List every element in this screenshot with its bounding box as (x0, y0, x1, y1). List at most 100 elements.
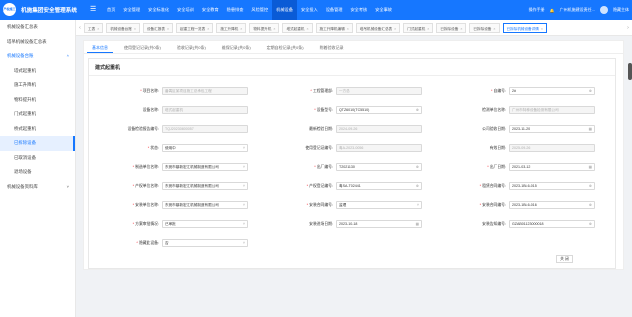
field-input[interactable]: 已审批 ˅ (162, 220, 248, 228)
field-input[interactable]: 2# ⊗ (509, 87, 595, 95)
field-input[interactable]: 监理 ˅ (336, 201, 422, 209)
tab[interactable]: 已拆除设备 × (436, 23, 467, 33)
chevron-icon[interactable]: ˅ (417, 202, 419, 208)
sidebar-item[interactable]: 桥式起重机 (0, 122, 75, 137)
nav-item[interactable]: 隐患排查 (223, 0, 248, 20)
sidebar-item[interactable]: 已拆除设备 (0, 136, 75, 151)
sidebar-item[interactable]: 退场设备 (0, 165, 75, 180)
tab[interactable]: 起重工程一览表 × (176, 23, 214, 33)
close-icon[interactable]: × (427, 27, 429, 31)
field-input[interactable]: 2023-1Bi-6-015 ⊗ (509, 182, 595, 190)
tab-scroll-left-icon[interactable]: ‹ (76, 20, 84, 36)
tab[interactable]: 已拆除设备 × (469, 23, 500, 33)
nav-item[interactable]: 安全标准化 (144, 0, 173, 20)
close-icon[interactable]: × (394, 27, 396, 31)
tab[interactable]: 已拆除机械设备详情 × (502, 23, 547, 33)
tab[interactable]: 塔式起重机 × (282, 23, 313, 33)
field-input[interactable]: 2023-10-18 ▦ (336, 220, 422, 228)
tab[interactable]: 门式起重机 × (403, 23, 434, 33)
chevron-icon[interactable]: ˅ (243, 221, 245, 227)
tab[interactable]: 施工升降机 × (216, 23, 247, 33)
field-input[interactable]: 2021-03-12 ▦ (509, 163, 595, 171)
chevron-icon[interactable]: ˅ (243, 145, 245, 151)
tab-scroll-right-icon[interactable]: › (624, 20, 632, 36)
nav-item[interactable]: 首页 (103, 0, 119, 20)
avatar[interactable] (600, 6, 608, 14)
sidebar-item[interactable]: 塔式起重机 (0, 64, 75, 79)
close-icon[interactable]: × (273, 27, 275, 31)
chevron-icon[interactable]: ˅ (243, 164, 245, 170)
page-scrollbar[interactable] (628, 63, 632, 80)
field-input[interactable]: 2023-11-20 ▦ (509, 125, 595, 133)
bell-icon[interactable]: 🔔 (550, 8, 555, 13)
nav-item[interactable]: 安全教育 (198, 0, 223, 20)
tab[interactable]: 机械设备台账 × (106, 23, 140, 33)
field-input[interactable]: 2023-1Bi-6-016 ⊗ (509, 201, 595, 209)
sidebar-item[interactable]: 施工升降机 (0, 78, 75, 93)
nav-item[interactable]: 风险管控 (247, 0, 272, 20)
chevron-icon[interactable]: ˅ (243, 202, 245, 208)
tab[interactable]: 设备汇报表 × (142, 23, 174, 33)
close-icon[interactable]: × (240, 27, 242, 31)
clear-icon[interactable]: ⊗ (416, 164, 419, 170)
nav-item[interactable]: 安全事故 (371, 0, 396, 20)
close-icon[interactable]: × (460, 27, 462, 31)
field-input[interactable]: QTZ6010(TC5510) ⊗ (336, 106, 422, 114)
nav-item[interactable]: 安全考核 (346, 0, 371, 20)
sidebar-item[interactable]: 机械设备汇总表 (0, 20, 75, 35)
close-icon[interactable]: × (306, 27, 308, 31)
field-input[interactable]: 否 ˅ (162, 239, 248, 247)
tab[interactable]: 物料提升机 × (249, 23, 280, 33)
field-input[interactable]: GZAB01123000018 ⊗ (509, 220, 595, 228)
nav-item[interactable]: 机械设备 (272, 0, 297, 20)
clear-icon[interactable]: ⊗ (589, 221, 592, 227)
clear-icon[interactable]: ⊗ (589, 202, 592, 208)
tab[interactable]: 工表 × (84, 23, 104, 33)
subtab[interactable]: 附着验收记录 (315, 43, 349, 53)
chevron-icon[interactable]: ˅ (243, 183, 245, 189)
subtab[interactable]: 定期自检记录(共0条) (262, 43, 309, 53)
field-input[interactable]: 使用中 ˅ (162, 144, 248, 152)
field-input[interactable]: 东莞市鼎新宏江机械制造有限公司 ˅ (162, 182, 248, 190)
nav-item[interactable]: 安全管理 (119, 0, 144, 20)
menu-icon[interactable]: ☰ (90, 6, 96, 14)
sidebar-item[interactable]: 物料提升机 (0, 93, 75, 108)
field-input[interactable]: 粤SA-T02441 ⊗ (336, 182, 422, 190)
sidebar-item[interactable]: 门式起重机 (0, 107, 75, 122)
nav-item[interactable]: 安全投入 (297, 0, 322, 20)
subtab[interactable]: 验收记录(共0条) (172, 43, 211, 53)
clear-icon[interactable]: ⊗ (589, 88, 592, 94)
close-button[interactable]: 关 闭 (556, 255, 573, 263)
tab[interactable]: 塔吊机械设备汇总表 × (355, 23, 401, 33)
subtab[interactable]: 使用登记记录(共0条) (119, 43, 166, 53)
clear-icon[interactable]: ⊗ (589, 183, 592, 189)
sidebar-item[interactable]: 机械设备资料库 ˅ (0, 180, 75, 195)
clear-icon[interactable]: ⊗ (416, 107, 419, 113)
org-name[interactable]: 广州机施建设责任... (560, 7, 595, 13)
close-icon[interactable]: × (134, 27, 136, 31)
manual-link[interactable]: 操作手册 (529, 7, 545, 13)
tab[interactable]: 施工升降机编辑 × (315, 23, 353, 33)
close-icon[interactable]: × (207, 27, 209, 31)
close-icon[interactable]: × (347, 27, 349, 31)
calendar-icon[interactable]: ▦ (416, 221, 419, 227)
close-icon[interactable]: × (541, 27, 543, 31)
field-input[interactable]: T2021130 ⊗ (336, 163, 422, 171)
calendar-icon[interactable]: ▦ (589, 164, 592, 170)
clear-icon[interactable]: ⊗ (416, 183, 419, 189)
nav-item[interactable]: 安全培训 (173, 0, 198, 20)
sidebar-item[interactable]: 已取消设备 (0, 151, 75, 166)
nav-item[interactable]: 设备管理 (322, 0, 347, 20)
close-icon[interactable]: × (97, 27, 99, 31)
close-icon[interactable]: × (493, 27, 495, 31)
account-name[interactable]: 隐藏主体 (613, 7, 629, 13)
calendar-icon[interactable]: ▦ (589, 126, 592, 132)
chevron-icon[interactable]: ˅ (243, 240, 245, 246)
subtab[interactable]: 维保记录(共0条) (217, 43, 256, 53)
subtab[interactable]: 基本信息 (87, 43, 113, 53)
field-input[interactable]: 东莞市鼎新宏江机械制造有限公司 ˅ (162, 163, 248, 171)
sidebar-item[interactable]: 塔吊机械设备汇总表 (0, 35, 75, 50)
field-input[interactable]: 东莞市鼎新宏江机械制造有限公司 ˅ (162, 201, 248, 209)
close-icon[interactable]: × (167, 27, 169, 31)
sidebar-item[interactable]: 机械设备台账 ˄ (0, 49, 75, 64)
